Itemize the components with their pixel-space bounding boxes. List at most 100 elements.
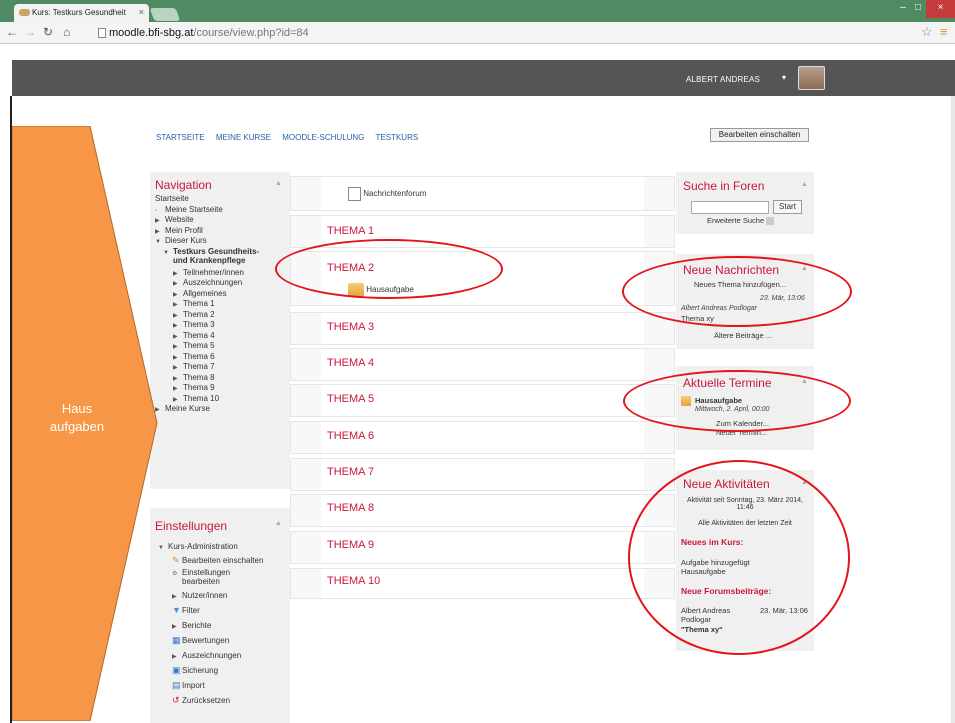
settings-users[interactable]: ▶ Nutzer/innen [158,589,263,603]
section-title[interactable]: THEMA 1 [327,225,374,237]
settings-edit-on[interactable]: ✎ Bearbeiten einschalten [158,553,263,568]
new-tab-button[interactable] [149,8,181,21]
forum-link[interactable]: Nachrichtenforum [363,189,426,198]
block-collapse-icon[interactable]: ▲ [275,520,282,527]
section-title[interactable]: THEMA 4 [327,357,374,369]
block-collapse-icon[interactable]: ▲ [801,181,808,188]
news-older-link[interactable]: Ältere Beiträge ... [714,331,772,340]
settings-title: Einstellungen [155,519,228,533]
nav-item-meine-startseite[interactable]: ▪ Meine Startseite [155,205,259,216]
help-icon[interactable] [766,217,775,226]
frame-border-right [951,96,955,723]
import-icon: ▤ [172,679,181,690]
section-margin-right [644,177,674,210]
url-host: moodle.bfi-sbg.at [109,27,194,39]
settings-filter[interactable]: ▼Filter [158,603,263,618]
forward-icon[interactable]: → [24,25,36,39]
section-margin-left [291,422,321,453]
nav-item-website[interactable]: ▶ Website [155,215,259,226]
nav-item-meine-kurse[interactable]: ▶ Meine Kurse [155,404,259,415]
settings-badges[interactable]: ▶ Auszeichnungen [158,648,263,663]
section-title[interactable]: THEMA 8 [327,502,374,514]
section-title[interactable]: THEMA 3 [327,321,374,333]
edit-mode-button[interactable]: Bearbeiten einschalten [710,128,809,142]
grades-icon: ▦ [172,634,181,645]
nav-course-item[interactable]: ▶ Thema 9 [155,383,259,394]
reset-icon: ↺ [172,694,180,705]
section-margin-left [291,569,321,598]
nav-item-startseite[interactable]: Startseite [155,194,259,205]
section-title[interactable]: THEMA 10 [327,575,380,587]
nav-course-item[interactable]: ▶ Teilnehmer/innen [155,268,259,279]
nav-course-item[interactable]: ▶ Thema 10 [155,394,259,405]
nav-course-item[interactable]: ▶ Thema 8 [155,373,259,384]
home-icon[interactable]: ⌂ [63,25,70,39]
settings-kurs-admin[interactable]: ▼ Kurs-Administration [158,542,263,553]
nav-item-course[interactable]: ▼ Testkurs Gesundheits- [155,247,259,256]
collapse-arrow-icon: ▼ [158,545,164,551]
nav-item-mein-profil[interactable]: ▶ Mein Profil [155,226,259,237]
block-collapse-icon[interactable]: ▲ [275,180,282,187]
breadcrumb-startseite[interactable]: STARTSEITE [156,133,205,142]
nav-course-item[interactable]: ▶ Thema 7 [155,362,259,373]
section-general: Nachrichtenforum [290,176,675,211]
pencil-icon: ✎ [172,554,180,565]
breadcrumb-meine-kurse[interactable]: MEINE KURSE [216,133,271,142]
breadcrumb: STARTSEITE MEINE KURSE MOODLE-SCHULUNG T… [156,133,427,142]
nav-course-item[interactable]: ▶ Auszeichnungen [155,278,259,289]
nav-course-item[interactable]: ▶ Thema 6 [155,352,259,363]
expand-arrow-icon: ▶ [173,323,178,329]
section-title[interactable]: THEMA 9 [327,539,374,551]
forum-activity[interactable]: Nachrichtenforum [348,187,426,201]
section-thema-7: THEMA 7 [290,458,675,491]
address-bar[interactable]: moodle.bfi-sbg.at/course/view.php?id=84 [95,25,915,41]
back-icon[interactable]: ← [6,25,18,39]
section-thema-9: THEMA 9 [290,531,675,564]
nav-course-item[interactable]: ▶ Thema 2 [155,310,259,321]
browser-titlebar: Kurs: Testkurs Gesundheit × – □ × [0,0,955,22]
section-margin-left [291,532,321,563]
section-title[interactable]: THEMA 6 [327,430,374,442]
nav-course-item[interactable]: ▶ Thema 1 [155,299,259,310]
expand-arrow-icon: ▶ [173,365,178,371]
section-title[interactable]: THEMA 5 [327,393,374,405]
settings-reset[interactable]: ↺ Zurücksetzen [158,693,263,708]
page-icon [98,28,106,38]
close-window-button[interactable]: × [926,0,955,18]
reload-icon[interactable]: ↻ [43,25,53,39]
nav-course-item[interactable]: ▶ Thema 5 [155,341,259,352]
minimize-button[interactable]: – [896,0,910,18]
section-title[interactable]: THEMA 7 [327,466,374,478]
avatar[interactable] [798,66,825,90]
tab-title: Kurs: Testkurs Gesundheit [32,8,126,17]
nav-course-item[interactable]: ▶ Thema 4 [155,331,259,342]
expand-arrow-icon: ▶ [173,344,178,350]
browser-menu-icon[interactable]: ≡ [940,24,948,39]
maximize-button[interactable]: □ [911,0,925,18]
settings-import[interactable]: ▤Import [158,678,263,693]
nav-course-item[interactable]: ▶ Thema 3 [155,320,259,331]
search-forums-input[interactable] [691,201,769,214]
settings-backup[interactable]: ▣Sicherung [158,663,263,678]
bookmark-star-icon[interactable]: ☆ [921,24,933,40]
tab-favicon-icon [19,9,30,16]
settings-grades[interactable]: ▦Bewertungen [158,633,263,648]
advanced-search-link[interactable]: Erweiterte Suche [707,216,775,226]
user-menu-name[interactable]: ALBERT ANDREAS [686,75,760,84]
breadcrumb-moodle-schulung[interactable]: MOODLE-SCHULUNG [282,133,364,142]
section-margin-right [644,216,674,247]
section-margin-left [291,216,321,247]
nav-item-dieser-kurs[interactable]: ▼ Dieser Kurs [155,236,259,247]
section-thema-8: THEMA 8 [290,494,675,527]
search-forums-block: Suche in Foren ▲ Start Erweiterte Suche [676,172,814,234]
moodle-header: ALBERT ANDREAS ▾ [12,60,955,96]
expand-arrow-icon: ▶ [172,593,177,600]
breadcrumb-testkurs[interactable]: TESTKURS [376,133,419,142]
settings-course-settings[interactable]: ⚙ Einstellungen [158,568,263,577]
search-start-button[interactable]: Start [773,200,802,214]
settings-reports[interactable]: ▶ Berichte [158,618,263,633]
tab-close-icon[interactable]: × [139,7,144,17]
browser-tab[interactable]: Kurs: Testkurs Gesundheit × [14,4,149,22]
user-menu-caret-icon[interactable]: ▾ [782,73,786,82]
nav-course-item[interactable]: ▶ Allgemeines [155,289,259,300]
